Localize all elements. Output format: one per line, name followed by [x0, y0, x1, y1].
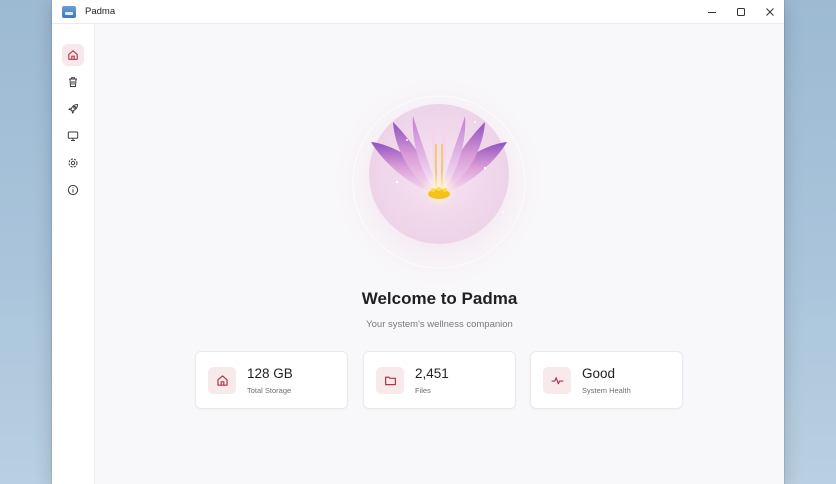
close-button[interactable]	[755, 0, 784, 23]
pulse-icon	[550, 377, 564, 385]
sidebar-item-cleanup[interactable]	[62, 71, 84, 93]
title-bar: Padma	[52, 0, 784, 24]
window-controls	[697, 0, 784, 23]
info-icon	[67, 184, 79, 196]
stat-icon-container	[208, 367, 236, 394]
maximize-button[interactable]	[726, 0, 755, 23]
stat-card-health: Good System Health	[530, 351, 683, 409]
sidebar-item-home[interactable]	[62, 44, 84, 66]
stat-card-files: 2,451 Files	[363, 351, 516, 409]
home-icon	[216, 375, 228, 386]
gear-icon	[68, 158, 78, 168]
stat-value: 2,451	[415, 366, 449, 381]
home-icon	[68, 50, 78, 60]
stat-card-storage: 128 GB Total Storage	[195, 351, 348, 409]
minimize-button[interactable]	[697, 0, 726, 23]
minimize-icon	[707, 11, 716, 13]
sidebar-item-settings[interactable]	[62, 152, 84, 174]
stat-value: 128 GB	[247, 366, 293, 381]
sidebar-item-optimize[interactable]	[62, 98, 84, 120]
sidebar-item-system[interactable]	[62, 125, 84, 147]
rocket-icon	[68, 104, 78, 114]
sidebar-item-about[interactable]	[62, 179, 84, 201]
sidebar	[52, 24, 95, 484]
stat-label: Total Storage	[247, 386, 292, 395]
stat-label: Files	[415, 386, 431, 395]
stat-icon-container	[543, 367, 571, 394]
trash-icon	[69, 77, 77, 87]
stat-icon-container	[376, 367, 404, 394]
stat-value: Good	[582, 366, 616, 381]
lotus-icon	[329, 72, 549, 292]
app-window: Padma Welcome to Padma Your system's wel…	[52, 0, 784, 484]
window-title: Padma	[85, 6, 116, 17]
monitor-icon	[67, 131, 79, 141]
close-icon	[765, 7, 774, 16]
welcome-heading: Welcome to Padma	[361, 289, 518, 308]
folder-icon	[384, 376, 396, 386]
welcome-subtitle: Your system's wellness companion	[366, 319, 513, 330]
main-content: Welcome to Padma Your system's wellness …	[95, 24, 784, 484]
stat-label: System Health	[582, 386, 631, 395]
maximize-icon	[736, 7, 745, 16]
app-logo-icon	[62, 5, 76, 18]
